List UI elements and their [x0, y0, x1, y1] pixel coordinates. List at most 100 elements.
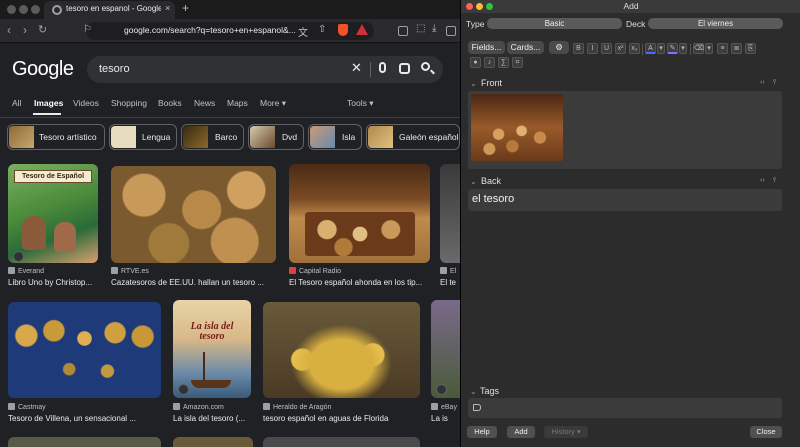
- image-result-partial[interactable]: [173, 437, 253, 447]
- google-logo[interactable]: Google: [12, 58, 74, 81]
- microphone-icon[interactable]: ♪: [484, 57, 495, 68]
- highlight-color-icon[interactable]: ✎: [667, 43, 678, 54]
- minimize-window-icon[interactable]: [19, 5, 28, 14]
- subscript-icon[interactable]: x₂: [629, 43, 640, 54]
- browser-tab[interactable]: tesoro en espanol - Google Search ×: [44, 1, 175, 19]
- attach-icon[interactable]: ⎘: [745, 43, 756, 54]
- help-button[interactable]: Help: [467, 426, 497, 438]
- result-caption[interactable]: El te: [440, 278, 460, 287]
- address-bar[interactable]: ⚐ google.com/search?q=tesoro+en+espanol&…: [83, 22, 374, 40]
- eraser-icon[interactable]: ⌫: [693, 43, 704, 54]
- chevron-down-icon[interactable]: ▾: [657, 43, 665, 54]
- result-caption[interactable]: Tesoro de Villena, un sensacional ...: [8, 414, 161, 423]
- tab-images[interactable]: Images: [34, 98, 63, 108]
- cards-button[interactable]: Cards...: [507, 41, 544, 54]
- brave-shields-icon[interactable]: [338, 24, 348, 36]
- result-image[interactable]: [431, 300, 460, 398]
- chip-isla[interactable]: Isla: [308, 124, 362, 150]
- image-result[interactable]: Tesoro de Español Everand Libro Uno by C…: [8, 164, 98, 290]
- image-result[interactable]: eBay La is: [431, 300, 460, 424]
- collapse-chevron-icon[interactable]: ⌄: [470, 177, 477, 186]
- tab-close-icon[interactable]: ×: [165, 3, 170, 13]
- result-image[interactable]: [440, 164, 460, 263]
- add-button[interactable]: Add: [507, 426, 535, 438]
- tools-button[interactable]: Tools ▾: [347, 98, 374, 109]
- tab-videos[interactable]: Videos: [73, 98, 99, 108]
- options-gear-icon[interactable]: ⚙: [549, 41, 569, 54]
- result-caption[interactable]: La isla del tesoro (...: [173, 414, 251, 423]
- chip-tesoro-artistico[interactable]: Tesoro artístico: [7, 124, 105, 150]
- fields-button[interactable]: Fields...: [468, 41, 505, 54]
- front-field[interactable]: [468, 91, 782, 169]
- share-icon[interactable]: ⇧: [318, 24, 326, 35]
- clear-search-icon[interactable]: ✕: [351, 60, 362, 76]
- chevron-down-icon[interactable]: ▾: [679, 43, 687, 54]
- result-caption[interactable]: El Tesoro español ahonda en los tip...: [289, 278, 430, 287]
- html-toggle-icon[interactable]: ‹›: [760, 177, 765, 184]
- close-button[interactable]: Close: [750, 426, 782, 438]
- result-image[interactable]: [289, 164, 430, 263]
- image-result-partial[interactable]: [8, 437, 161, 447]
- microphone-icon[interactable]: [379, 62, 386, 73]
- result-caption[interactable]: La is: [431, 414, 460, 423]
- html-toggle-icon[interactable]: ‹›: [760, 79, 765, 86]
- bold-icon[interactable]: B: [573, 43, 584, 54]
- note-type-selector[interactable]: Basic: [487, 18, 622, 29]
- reload-icon[interactable]: ↻: [38, 23, 47, 36]
- extensions-icon[interactable]: ⬚: [416, 23, 425, 34]
- html-editor-icon[interactable]: ⌗: [512, 57, 523, 68]
- brave-rewards-icon[interactable]: [356, 24, 368, 35]
- lens-icon[interactable]: [399, 63, 410, 74]
- back-icon[interactable]: ‹: [7, 23, 11, 37]
- text-color-icon[interactable]: A: [645, 43, 656, 54]
- result-image[interactable]: [111, 166, 276, 263]
- chip-dvd[interactable]: Dvd: [248, 124, 304, 150]
- chip-barco[interactable]: Barco: [181, 124, 244, 150]
- vpn-icon[interactable]: [398, 26, 408, 36]
- treasure-chest-image[interactable]: [471, 94, 563, 161]
- pin-icon[interactable]: ⫯: [773, 79, 776, 87]
- math-icon[interactable]: ∑: [498, 57, 509, 68]
- sidebar-icon[interactable]: [446, 26, 456, 36]
- tab-shopping[interactable]: Shopping: [111, 98, 147, 108]
- result-caption[interactable]: Libro Uno by Christop...: [8, 278, 98, 287]
- history-button[interactable]: History ▾: [544, 426, 588, 438]
- image-result[interactable]: El El te: [440, 164, 460, 290]
- search-input[interactable]: tesoro ✕: [87, 56, 443, 83]
- search-icon[interactable]: [421, 62, 430, 71]
- underline-icon[interactable]: U: [601, 43, 612, 54]
- collapse-chevron-icon[interactable]: ⌄: [470, 387, 477, 396]
- ordered-list-icon[interactable]: ≣: [731, 43, 742, 54]
- result-image[interactable]: [8, 302, 161, 398]
- image-result[interactable]: La isla del tesoro Amazon.com La isla de…: [173, 300, 251, 424]
- result-image[interactable]: [263, 302, 420, 398]
- image-result[interactable]: Castmay Tesoro de Villena, un sensaciona…: [8, 302, 161, 424]
- zoom-window-icon[interactable]: [31, 5, 40, 14]
- tags-input[interactable]: [468, 398, 782, 418]
- chip-lengua[interactable]: Lengua: [109, 124, 177, 150]
- tab-maps[interactable]: Maps: [227, 98, 248, 108]
- result-caption[interactable]: tesoro español en aguas de Florida: [263, 414, 420, 423]
- image-result[interactable]: Capital Radio El Tesoro español ahonda e…: [289, 164, 430, 290]
- image-result[interactable]: RTVE.es Cazatesoros de EE.UU. hallan un …: [111, 166, 276, 290]
- unordered-list-icon[interactable]: ≡: [717, 43, 728, 54]
- new-tab-button[interactable]: +: [182, 1, 189, 15]
- tab-news[interactable]: News: [194, 98, 215, 108]
- translate-icon[interactable]: 文: [298, 24, 308, 39]
- tab-all[interactable]: All: [12, 98, 21, 108]
- image-result-partial[interactable]: [263, 437, 420, 447]
- download-icon[interactable]: ⤓: [432, 23, 436, 34]
- chip-galeon-espanol[interactable]: Galeón español: [366, 124, 460, 150]
- image-result[interactable]: Heraldo de Aragón tesoro español en agua…: [263, 302, 420, 424]
- superscript-icon[interactable]: x²: [615, 43, 626, 54]
- collapse-chevron-icon[interactable]: ⌄: [470, 79, 477, 88]
- record-audio-icon[interactable]: ●: [470, 57, 481, 68]
- forward-icon[interactable]: ›: [23, 23, 27, 37]
- close-window-icon[interactable]: [7, 5, 16, 14]
- tab-more[interactable]: More ▾: [260, 98, 286, 109]
- tab-books[interactable]: Books: [158, 98, 182, 108]
- result-caption[interactable]: Cazatesoros de EE.UU. hallan un tesoro .…: [111, 278, 276, 287]
- pin-icon[interactable]: ⫯: [773, 177, 776, 185]
- result-image[interactable]: Tesoro de Español: [8, 164, 98, 263]
- bookmark-icon[interactable]: ⚐: [83, 24, 92, 35]
